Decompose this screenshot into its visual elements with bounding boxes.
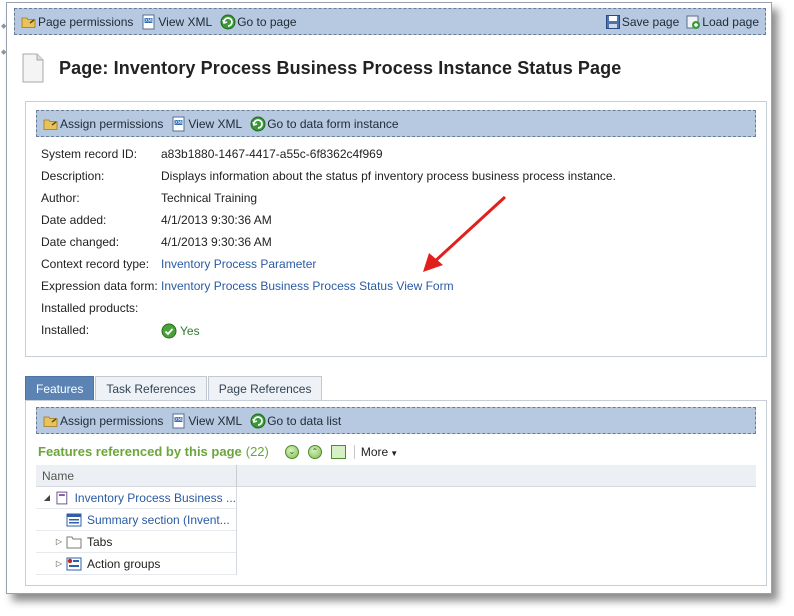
save-page-label: Save page [621, 14, 680, 29]
go-to-data-form-instance-label: Go to data form instance [267, 116, 399, 131]
view-xml-button[interactable]: XML View XML [171, 116, 242, 132]
view-xml-label: View XML [188, 116, 243, 131]
features-header: Features referenced by this page (22) ⌄ … [38, 444, 398, 459]
action-groups-icon [66, 557, 82, 570]
tree-row[interactable]: ▷ Action groups [36, 553, 236, 575]
load-page-button[interactable]: Load page [685, 14, 759, 30]
green-check-icon [161, 323, 177, 339]
tree-row[interactable]: Summary section (Invent... [36, 509, 236, 531]
system-record-id-value: a83b1880-1467-4417-a55c-6f8362c4f969 [161, 147, 383, 161]
assign-permissions-label: Assign permissions [60, 413, 164, 428]
section-icon [66, 513, 82, 526]
go-to-data-form-instance-button[interactable]: Go to data form instance [250, 116, 399, 132]
xml-file-icon: XML [171, 413, 187, 429]
go-arrow-icon [250, 116, 266, 132]
collapse-all-icon[interactable]: ⌃ [307, 444, 322, 459]
load-page-label: Load page [702, 14, 759, 29]
author-label: Author: [41, 191, 80, 205]
tree-row-label[interactable]: Inventory Process Business ... [75, 491, 236, 505]
date-added-label: Date added: [41, 213, 107, 227]
collapse-triangle-icon[interactable]: ◢ [42, 493, 52, 502]
load-page-icon [685, 14, 701, 30]
save-page-button[interactable]: Save page [605, 14, 679, 30]
features-panel: Assign permissions XML View XML Go to da… [25, 400, 767, 586]
expand-triangle-icon[interactable]: ▷ [54, 537, 64, 546]
installed-products-label: Installed products: [41, 301, 139, 315]
assign-permissions-button[interactable]: Assign permissions [43, 116, 163, 132]
more-label: More [360, 444, 389, 459]
expand-all-icon[interactable]: ⌄ [284, 444, 299, 459]
go-arrow-icon [220, 14, 236, 30]
go-to-data-list-button[interactable]: Go to data list [250, 413, 341, 429]
column-separator[interactable] [236, 465, 237, 487]
description-label: Description: [41, 169, 105, 183]
date-changed-value: 4/1/2013 9:30:36 AM [161, 235, 272, 249]
xml-file-icon: XML [141, 14, 157, 30]
installed-label: Installed: [41, 323, 90, 337]
folder-key-icon [43, 413, 59, 429]
go-to-page-label: Go to page [237, 14, 297, 29]
annotation-arrow [423, 195, 507, 272]
tree-row[interactable]: ◢ Inventory Process Business ... [36, 487, 236, 509]
view-xml-label: View XML [158, 14, 213, 29]
features-count: (22) [245, 444, 269, 459]
installed-yes-text: Yes [180, 324, 200, 338]
context-record-type-label: Context record type: [41, 257, 150, 271]
refresh-icon[interactable] [330, 444, 346, 459]
author-value: Technical Training [161, 191, 258, 205]
view-xml-button[interactable]: XML View XML [141, 14, 212, 30]
dropdown-arrow-icon: ▼ [390, 448, 399, 458]
date-changed-label: Date changed: [41, 235, 120, 249]
name-column-header[interactable]: Name [42, 469, 74, 483]
tree-column-header: Name [36, 465, 756, 487]
page-permissions-label: Page permissions [38, 14, 134, 29]
tree-row-label: Tabs [87, 534, 113, 549]
tree-row-label[interactable]: Summary section (Invent... [87, 513, 230, 527]
toolbar-right-group: Save page Load page [599, 14, 765, 30]
go-to-page-button[interactable]: Go to page [220, 14, 297, 30]
folder-key-icon [43, 116, 59, 132]
expression-data-form-link[interactable]: Inventory Process Business Process Statu… [161, 279, 454, 293]
installed-value: Yes [161, 323, 200, 339]
go-to-data-list-label: Go to data list [267, 413, 342, 428]
context-record-type-link[interactable]: Inventory Process Parameter [161, 257, 316, 271]
more-menu-button[interactable]: More ▼ [353, 444, 399, 459]
page-document-icon [22, 53, 44, 83]
svg-text:XML: XML [145, 18, 154, 23]
page-designer-window: Page permissions XML View XML Go to page… [6, 2, 772, 594]
page-info-panel: Assign permissions XML View XML Go to da… [25, 101, 767, 357]
expand-triangle-icon[interactable]: ▷ [54, 559, 64, 568]
go-arrow-icon [250, 413, 266, 429]
tab-task-references[interactable]: Task References [95, 376, 207, 400]
save-disk-icon [605, 14, 621, 30]
page-title: Page: Inventory Process Business Process… [59, 57, 622, 78]
svg-text:XML: XML [175, 417, 184, 422]
tree-row-label: Action groups [87, 556, 161, 571]
tab-strip: Features Task References Page References [25, 376, 323, 400]
tab-page-references[interactable]: Page References [207, 376, 323, 400]
folder-icon [66, 536, 82, 548]
page-header: Page: Inventory Process Business Process… [21, 53, 621, 83]
features-title: Features referenced by this page [38, 444, 242, 459]
assign-permissions-label: Assign permissions [60, 116, 164, 131]
system-record-id-label: System record ID: [41, 147, 138, 161]
description-value: Displays information about the status pf… [161, 169, 616, 183]
page-icon [56, 491, 68, 504]
top-toolbar: Page permissions XML View XML Go to page… [14, 8, 766, 35]
info-toolbar: Assign permissions XML View XML Go to da… [36, 110, 756, 137]
expression-data-form-label: Expression data form: [41, 279, 158, 293]
tab-features[interactable]: Features [25, 376, 95, 400]
view-xml-button[interactable]: XML View XML [171, 413, 242, 429]
folder-key-icon [21, 14, 37, 30]
xml-file-icon: XML [171, 116, 187, 132]
assign-permissions-button[interactable]: Assign permissions [43, 413, 163, 429]
tree-row[interactable]: ▷ Tabs [36, 531, 236, 553]
features-toolbar: Assign permissions XML View XML Go to da… [36, 407, 756, 434]
page-permissions-button[interactable]: Page permissions [21, 14, 133, 30]
svg-text:XML: XML [175, 120, 184, 125]
date-added-value: 4/1/2013 9:30:36 AM [161, 213, 272, 227]
view-xml-label: View XML [188, 413, 243, 428]
features-tree: ◢ Inventory Process Business ... Summary… [36, 487, 237, 575]
